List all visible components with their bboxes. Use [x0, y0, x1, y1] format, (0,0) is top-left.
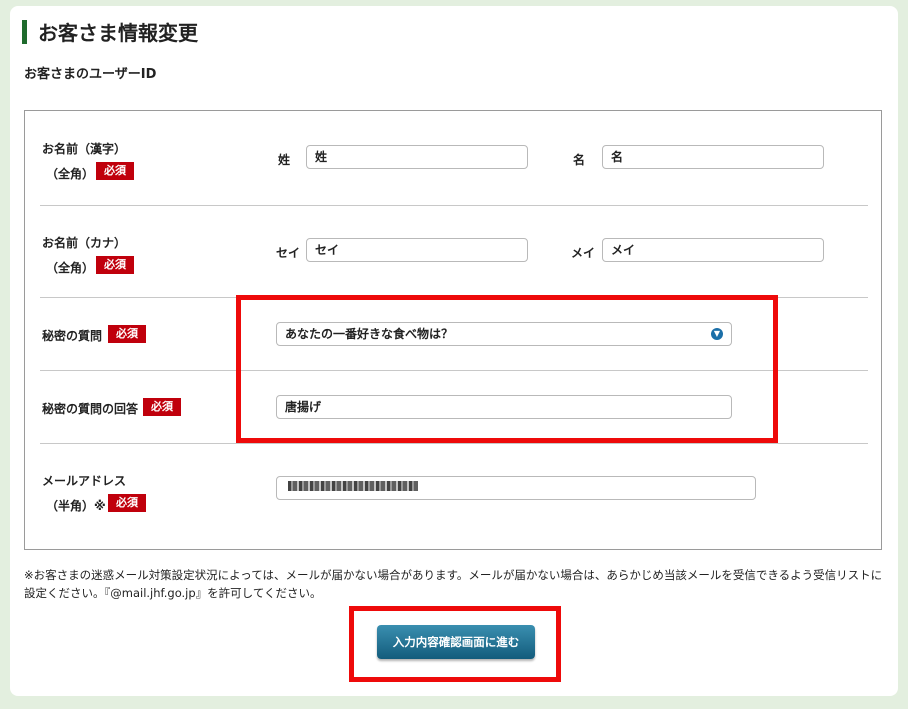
last-name-label: 姓 [278, 153, 291, 167]
required-badge: 必須 [143, 398, 181, 416]
name-kanji-label: お名前（漢字） [42, 142, 127, 156]
email-width-note: （半角）※ [46, 499, 106, 513]
required-badge: 必須 [96, 256, 134, 274]
required-badge: 必須 [108, 494, 146, 512]
first-name-label: 名 [573, 153, 586, 167]
first-name-kana-label: メイ [571, 246, 596, 260]
name-kana-label: お名前（カナ） [42, 236, 127, 250]
redacted-email-value [288, 481, 418, 491]
name-kana-width-note: （全角） [46, 261, 95, 275]
last-name-kana-label: セイ [276, 246, 301, 260]
first-name-kanji-input[interactable]: 名 [602, 145, 824, 169]
required-badge: 必須 [108, 325, 146, 343]
last-name-kana-input[interactable]: セイ [306, 238, 528, 262]
row-divider [40, 443, 868, 444]
name-kanji-width-note: （全角） [46, 167, 95, 181]
required-badge: 必須 [96, 162, 134, 180]
user-id-label: お客さまのユーザーID [24, 67, 157, 82]
highlight-secret-question-box [236, 295, 778, 443]
title-accent-bar [22, 20, 27, 44]
row-divider [40, 205, 868, 206]
email-label: メールアドレス [42, 474, 127, 488]
last-name-kanji-input[interactable]: 姓 [306, 145, 528, 169]
secret-question-label: 秘密の質問 [42, 329, 103, 343]
first-name-kana-input[interactable]: メイ [602, 238, 824, 262]
secret-answer-label: 秘密の質問の回答 [42, 402, 139, 416]
spam-filter-notice: ※お客さまの迷惑メール対策設定状況によっては、メールが届かない場合があります。メ… [24, 568, 883, 600]
proceed-to-confirm-button[interactable]: 入力内容確認画面に進む [377, 625, 535, 659]
page-title: お客さま情報変更 [38, 21, 198, 45]
